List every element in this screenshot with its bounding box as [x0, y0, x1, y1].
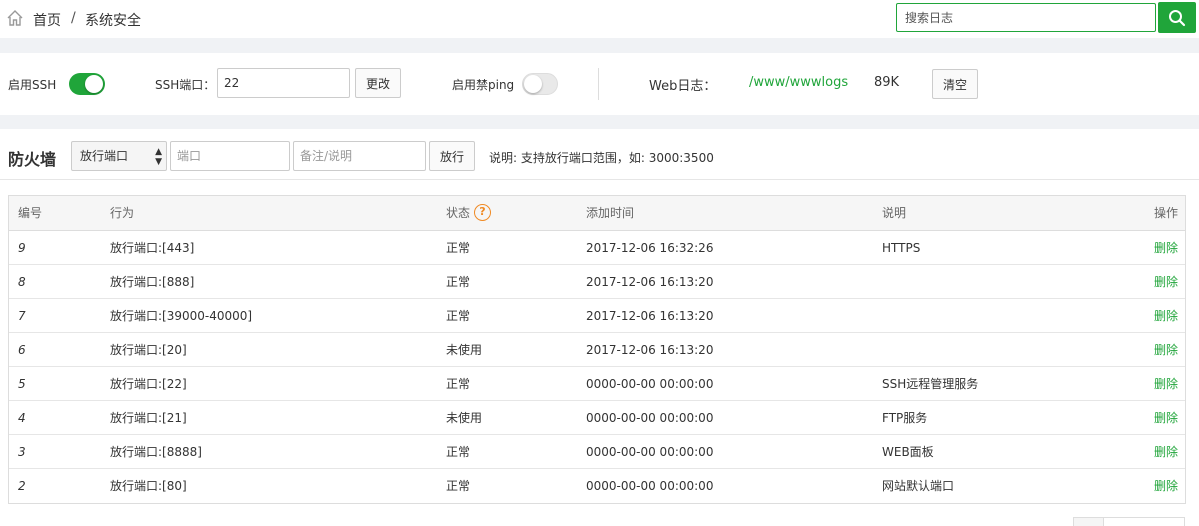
breadcrumb-current: 系统安全 [85, 13, 141, 29]
table-row: 4 放行端口:[21] 未使用 0000-00-00 00:00:00 FTP服务 删除 [9, 401, 1185, 435]
delete-link[interactable]: 删除 [1154, 401, 1178, 435]
select-arrows-icon: ▲ ▼ [155, 147, 162, 167]
row-id: 3 [18, 445, 26, 459]
delete-link[interactable]: 删除 [1154, 231, 1178, 265]
row-time: 2017-12-06 16:13:20 [586, 309, 714, 323]
delete-link[interactable]: 删除 [1154, 435, 1178, 469]
port-input[interactable] [170, 141, 290, 171]
header-id: 编号 [18, 206, 43, 220]
table-header: 编号 行为 状态 ? 添加时间 说明 操作 [9, 196, 1185, 231]
ssh-toggle[interactable] [69, 73, 105, 95]
delete-link[interactable]: 删除 [1154, 367, 1178, 401]
header-status: 状态 [446, 206, 471, 220]
allow-port-button[interactable]: 放行 [429, 141, 475, 171]
weblog-path-link[interactable]: /www/wwwlogs [749, 75, 848, 90]
row-status: 未使用 [446, 411, 483, 425]
table-row: 6 放行端口:[20] 未使用 2017-12-06 16:13:20 删除 [9, 333, 1185, 367]
header-desc: 说明 [882, 206, 907, 220]
row-time: 0000-00-00 00:00:00 [586, 479, 714, 493]
row-id: 9 [18, 241, 26, 255]
delete-link[interactable]: 删除 [1154, 333, 1178, 367]
pager-button[interactable] [1073, 517, 1104, 526]
log-search-input[interactable] [896, 3, 1156, 32]
row-id: 7 [18, 309, 26, 323]
row-status: 正常 [446, 241, 471, 255]
rule-type-value: 放行端口 [80, 149, 129, 163]
search-icon [1169, 9, 1186, 26]
ssh-port-input[interactable] [217, 68, 350, 98]
firewall-title: 防火墙 [8, 150, 57, 169]
divider [598, 68, 599, 100]
firewall-panel: 防火墙 放行端口 ▲▼ 放行 说明: 支持放行端口范围，如: 3000:3500… [0, 129, 1199, 526]
row-action: 放行端口:[443] [110, 241, 195, 255]
firewall-rules-table: 编号 行为 状态 ? 添加时间 说明 操作 9 放行端口:[443] 正常 2017-… [8, 195, 1186, 504]
change-port-button[interactable]: 更改 [355, 68, 401, 98]
row-action: 放行端口:[8888] [110, 445, 202, 459]
table-body: 9 放行端口:[443] 正常 2017-12-06 16:32:26 HTTPS 删除 8… [9, 231, 1185, 503]
table-row: 5 放行端口:[22] 正常 0000-00-00 00:00:00 SSH远程管理服务… [9, 367, 1185, 401]
header-op: 操作 [1153, 206, 1178, 220]
home-icon[interactable] [6, 9, 24, 27]
row-time: 0000-00-00 00:00:00 [586, 445, 714, 459]
row-desc: FTP服务 [882, 411, 928, 425]
weblog-size: 89K [874, 75, 900, 90]
top-bar: 首页 / 系统安全 [0, 0, 1199, 38]
row-action: 放行端口:[21] [110, 411, 187, 425]
row-time: 2017-12-06 16:13:20 [586, 343, 714, 357]
row-id: 8 [18, 275, 26, 289]
row-status: 正常 [446, 377, 471, 391]
row-status: 正常 [446, 309, 471, 323]
note-input[interactable] [293, 141, 426, 171]
rule-type-select[interactable]: 放行端口 ▲ ▼ [71, 141, 167, 171]
row-status: 正常 [446, 275, 471, 289]
breadcrumb-home[interactable]: 首页 [33, 10, 61, 30]
table-row: 2 放行端口:[80] 正常 0000-00-00 00:00:00 网站默认端口 删除 [9, 469, 1185, 503]
help-icon[interactable]: ? [474, 204, 491, 221]
ssh-port-label: SSH端口： [155, 78, 216, 92]
enable-ssh-label: 启用SSH [8, 78, 57, 92]
row-action: 放行端口:[80] [110, 479, 187, 493]
delete-link[interactable]: 删除 [1154, 299, 1178, 333]
row-desc: WEB面板 [882, 445, 934, 459]
row-status: 正常 [446, 479, 471, 493]
header-action: 行为 [110, 206, 135, 220]
row-id: 6 [18, 343, 26, 357]
row-desc: HTTPS [882, 241, 921, 255]
row-action: 放行端口:[20] [110, 343, 187, 357]
row-time: 0000-00-00 00:00:00 [586, 411, 714, 425]
firewall-hint: 说明: 支持放行端口范围，如: 3000:3500 [489, 151, 714, 165]
ping-toggle[interactable] [522, 73, 558, 95]
row-action: 放行端口:[39000-40000] [110, 309, 253, 323]
row-status: 未使用 [446, 343, 483, 357]
row-desc: SSH远程管理服务 [882, 377, 979, 391]
ssh-settings-panel: 启用SSH SSH端口： 更改 启用禁ping Web日志： /www/wwwl… [0, 53, 1199, 115]
row-time: 2017-12-06 16:13:20 [586, 275, 714, 289]
clear-logs-button[interactable]: 清空 [932, 69, 978, 99]
row-desc: 网站默认端口 [882, 479, 955, 493]
table-row: 3 放行端口:[8888] 正常 0000-00-00 00:00:00 WEB面板 删除 [9, 435, 1185, 469]
delete-link[interactable]: 删除 [1154, 265, 1178, 299]
row-action: 放行端口:[22] [110, 377, 187, 391]
divider [0, 179, 1199, 180]
row-id: 2 [18, 479, 26, 493]
table-row: 8 放行端口:[888] 正常 2017-12-06 16:13:20 删除 [9, 265, 1185, 299]
row-time: 2017-12-06 16:32:26 [586, 241, 714, 255]
weblog-label: Web日志： [649, 79, 717, 94]
search-button[interactable] [1158, 2, 1196, 33]
row-action: 放行端口:[888] [110, 275, 195, 289]
disable-ping-label: 启用禁ping [452, 78, 515, 92]
row-status: 正常 [446, 445, 471, 459]
row-id: 5 [18, 377, 26, 391]
table-row: 7 放行端口:[39000-40000] 正常 2017-12-06 16:13:20… [9, 299, 1185, 333]
header-time: 添加时间 [586, 206, 635, 220]
row-time: 0000-00-00 00:00:00 [586, 377, 714, 391]
row-id: 4 [18, 411, 26, 425]
breadcrumb-separator: / [71, 10, 76, 26]
table-row: 9 放行端口:[443] 正常 2017-12-06 16:32:26 HTTPS 删除 [9, 231, 1185, 265]
delete-link[interactable]: 删除 [1154, 469, 1178, 503]
pager-info [1103, 517, 1185, 526]
